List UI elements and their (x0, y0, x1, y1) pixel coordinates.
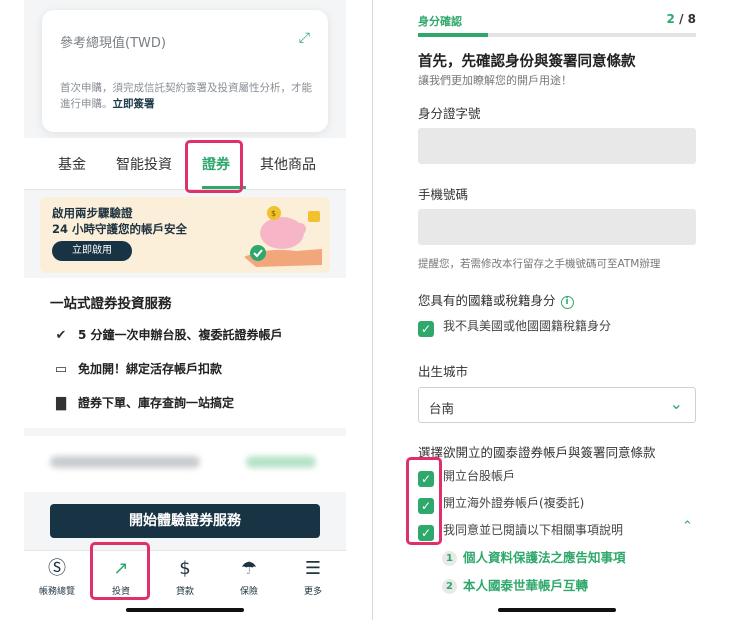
notice-text: 個人資料保護法之應告知事項 (463, 550, 626, 565)
nav-label: 帳務總覽 (38, 587, 75, 597)
nationality-checkbox-row[interactable]: ✓ 我不具美國或他國國籍稅籍身分 (418, 317, 611, 337)
nav-label: 更多 (303, 587, 322, 597)
highlight-checkboxes (406, 457, 442, 545)
account-option-label: 開立海外證券帳戶(複委託) (443, 496, 585, 510)
account-option-row[interactable]: ✓ 我同意並已閱讀以下相關事項說明 (418, 521, 623, 541)
service-row-text: 證券下單、庫存查詢一站搞定 (78, 396, 235, 410)
securities-service-panel: 一站式證券投資服務 ✔ 5 分鐘一次申辦台股、複委託證券帳戶 ▭ 免加開！綁定活存帳… (24, 278, 346, 428)
home-indicator (126, 608, 244, 612)
service-row: ▭ 免加開！綁定活存帳戶扣款 (50, 360, 222, 377)
notice-number: 2 (442, 579, 457, 594)
stage: 參考總現值(TWD) ⤢ 首次申購，須完成信託契約簽署及投資屬性分析，才能進行申… (0, 0, 740, 620)
expand-icon[interactable]: ⤢ (299, 30, 310, 46)
highlight-invest-nav (90, 542, 150, 600)
tab-other-products[interactable]: 其他商品 (260, 154, 316, 174)
birth-city-label: 出生城市 (418, 364, 469, 379)
page-subtitle: 讓我們更加瞭解您的開戶用途！ (418, 74, 572, 87)
chevron-up-icon[interactable]: ⌃ (682, 519, 693, 534)
speed-check-icon: ✔ (55, 328, 67, 343)
nav-loans[interactable]: $ 貸款 (158, 557, 212, 597)
info-icon[interactable]: i (560, 296, 574, 309)
step-current: 2 (666, 12, 675, 26)
service-row: ✔ 5 分鐘一次申辦台股、複委託證券帳戶 (50, 326, 283, 343)
two-step-promo-banner[interactable]: 啟用兩步驟驗證 24 小時守護您的帳戶安全 立即啟用 $ (40, 197, 330, 273)
notice-link[interactable]: 1 個人資料保護法之應告知事項 (442, 547, 626, 566)
enable-now-button[interactable]: 立即啟用 (52, 241, 132, 261)
tab-robo-advisor[interactable]: 智能投資 (116, 154, 172, 174)
svg-text:$: $ (271, 209, 276, 218)
account-option-row[interactable]: ✓ 開立海外證券帳戶(複委託) (418, 494, 584, 514)
page-title: 首先，先確認身份與簽署同意條款 (418, 54, 636, 70)
mobile-number-field[interactable] (418, 209, 696, 245)
nav-insurance[interactable]: ☂ 保險 (222, 557, 276, 597)
blurred-link (246, 456, 316, 468)
promo-title: 啟用兩步驟驗證 (52, 206, 133, 220)
id-number-label: 身分證字號 (418, 106, 481, 121)
highlight-securities-tab (185, 140, 243, 193)
step-total: / 8 (679, 12, 696, 26)
signing-notice: 首次申購，須完成信託契約簽署及投資屬性分析，才能進行申購。立即簽署 (60, 80, 312, 112)
account-option-label: 開立台股帳戶 (443, 469, 516, 483)
chevron-down-icon: ⌄ (669, 394, 683, 413)
service-title: 一站式證券投資服務 (50, 296, 172, 312)
service-row-text: 免加開！綁定活存帳戶扣款 (78, 362, 223, 376)
service-row-text: 5 分鐘一次申辦台股、複委託證券帳戶 (78, 328, 283, 342)
investment-screen: 參考總現值(TWD) ⤢ 首次申購，須完成信託契約簽署及投資屬性分析，才能進行申… (24, 0, 346, 620)
step-progress-bar (418, 33, 696, 37)
notice-text: 本人國泰世華帳戶互轉 (463, 578, 589, 593)
notice-number: 1 (442, 551, 457, 566)
tab-fund[interactable]: 基金 (58, 154, 86, 174)
birth-city-value: 台南 (429, 401, 455, 416)
step-progress-fill (418, 33, 488, 37)
reference-value-title: 參考總現值(TWD) (60, 36, 166, 51)
reference-value-card: 參考總現值(TWD) ⤢ 首次申購，須完成信託契約簽署及投資屬性分析，才能進行申… (42, 10, 328, 132)
nationality-label: 您具有的國籍或稅籍身分 (418, 293, 556, 308)
identity-confirmation-screen: 身分確認 2 / 8 首先，先確認身份與簽署同意條款 讓我們更加瞭解您的開戶用途… (400, 0, 714, 620)
nationality-option: 我不具美國或他國國籍稅籍身分 (443, 319, 612, 333)
mobile-number-hint: 提醒您，若需修改本行留存之手機號碼可至ATM辦理 (418, 258, 661, 270)
nav-label: 保險 (239, 587, 258, 597)
nav-label: 貸款 (175, 587, 194, 597)
home-indicator (498, 608, 616, 612)
checkbox-checked-icon[interactable]: ✓ (418, 321, 434, 337)
start-securities-button[interactable]: 開始體驗證券服務 (50, 504, 320, 538)
menu-icon: ☰ (304, 558, 322, 579)
bank-card-icon: ▭ (54, 362, 68, 377)
piggy-bank-icon: $ (244, 206, 322, 267)
sign-now-link[interactable]: 立即簽署 (113, 98, 155, 110)
account-option-label: 我同意並已閱讀以下相關事項說明 (443, 523, 624, 537)
screen-divider (372, 0, 373, 620)
money-bag-icon: $ (179, 558, 191, 579)
nationality-label-row: 您具有的國籍或稅籍身分 i (418, 290, 574, 309)
accounts-label: 選擇欲開立的國泰證券帳戶與簽署同意條款 (418, 445, 656, 460)
blurred-text (50, 456, 200, 468)
nav-accounts[interactable]: Ⓢ 帳務總覽 (30, 557, 84, 597)
service-row: ▇ 證券下單、庫存查詢一站搞定 (50, 394, 234, 411)
umbrella-icon: ☂ (240, 558, 258, 579)
birth-city-select[interactable]: 台南 ⌄ (418, 387, 696, 423)
signing-notice-text: 首次申購，須完成信託契約簽署及投資屬性分析，才能進行申購。 (60, 82, 312, 110)
step-counter: 2 / 8 (667, 12, 696, 26)
nav-more[interactable]: ☰ 更多 (286, 557, 340, 597)
dollar-circle-icon: Ⓢ (48, 558, 66, 579)
mobile-number-label: 手機號碼 (418, 187, 469, 202)
blurred-section (24, 436, 346, 492)
promo-subtitle: 24 小時守護您的帳戶安全 (52, 222, 188, 236)
notice-link[interactable]: 2 本人國泰世華帳戶互轉 (442, 575, 588, 594)
id-number-field[interactable] (418, 128, 696, 164)
growth-chart-icon: ▇ (56, 396, 66, 411)
step-name: 身分確認 (418, 15, 462, 28)
